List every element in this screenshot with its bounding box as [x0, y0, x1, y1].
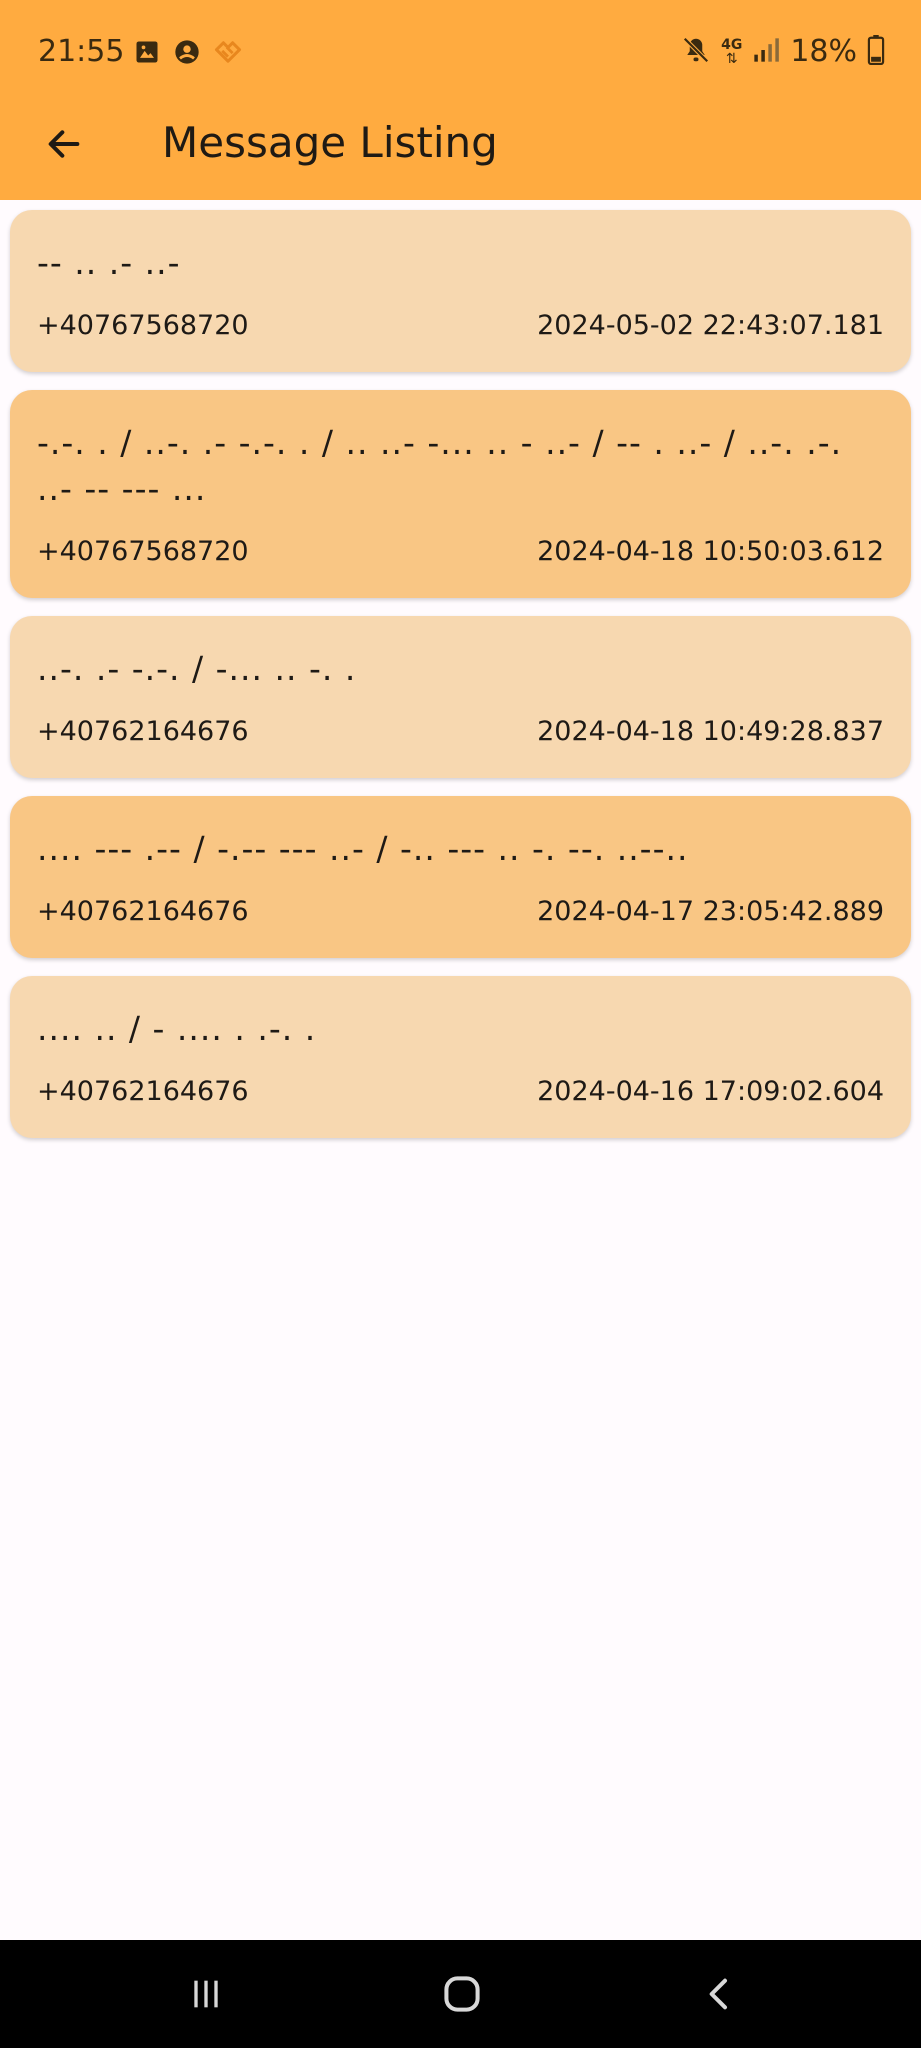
message-text: -.-. . / ..-. .- -.-. . / .. ..- -... ..…: [37, 423, 843, 508]
message-meta: +40767568720 2024-04-18 10:50:03.612: [37, 534, 884, 570]
message-card[interactable]: -- .. .- ..- +40767568720 2024-05-02 22:…: [10, 210, 911, 372]
message-timestamp: 2024-05-02 22:43:07.181: [537, 310, 884, 341]
message-phone: +40767568720: [37, 536, 249, 567]
mute-icon: [681, 35, 711, 69]
message-card[interactable]: -.-. . / ..-. .- -.-. . / .. ..- -... ..…: [10, 390, 911, 598]
page-title: Message Listing: [162, 118, 498, 167]
message-phone: +40762164676: [37, 716, 249, 747]
battery-percent: 18%: [790, 34, 857, 69]
message-phone: +40767568720: [37, 310, 249, 341]
app-notification-icon: [213, 38, 243, 70]
status-bar: 21:55 4G ⇅ 18%: [0, 0, 921, 104]
message-timestamp: 2024-04-17 23:05:42.889: [537, 896, 884, 927]
message-card[interactable]: .... .. / - .... . .-. . +40762164676 20…: [10, 976, 911, 1138]
message-list: -- .. .- ..- +40767568720 2024-05-02 22:…: [10, 210, 911, 1156]
message-card[interactable]: .... --- .-- / -.-- --- ..- / -.. --- ..…: [10, 796, 911, 958]
message-timestamp: 2024-04-18 10:49:28.837: [537, 716, 884, 747]
message-text: ..-. .- -.-. / -... .. -. .: [37, 649, 357, 688]
recent-apps-button[interactable]: [176, 1964, 236, 2024]
arrow-back-icon: [48, 130, 80, 158]
battery-icon: [867, 35, 885, 69]
message-card[interactable]: ..-. .- -.-. / -... .. -. . +40762164676…: [10, 616, 911, 778]
message-text: .... .. / - .... . .-. .: [37, 1009, 317, 1048]
top-bar: 21:55 4G ⇅ 18% Message Listing: [0, 0, 921, 200]
app-bar: Message Listing: [0, 104, 921, 200]
signal-icon: [752, 36, 780, 68]
status-right: 4G ⇅ 18%: [681, 32, 885, 72]
message-meta: +40767568720 2024-05-02 22:43:07.181: [37, 308, 884, 344]
message-text: -- .. .- ..-: [37, 243, 181, 282]
status-time: 21:55: [38, 34, 125, 69]
nav-bar: [0, 1940, 921, 2048]
back-button[interactable]: [34, 114, 94, 174]
home-button[interactable]: [432, 1964, 492, 2024]
message-phone: +40762164676: [37, 896, 249, 927]
back-icon: [709, 1978, 727, 2010]
message-timestamp: 2024-04-16 17:09:02.604: [537, 1076, 884, 1107]
network-type: 4G ⇅: [721, 37, 743, 67]
message-meta: +40762164676 2024-04-18 10:49:28.837: [37, 714, 884, 750]
recent-apps-icon: [194, 1980, 218, 2008]
image-icon: [133, 38, 161, 70]
message-meta: +40762164676 2024-04-16 17:09:02.604: [37, 1074, 884, 1110]
message-text: .... --- .-- / -.-- --- ..- / -.. --- ..…: [37, 829, 689, 868]
status-left-icons: [133, 38, 243, 70]
home-icon: [444, 1976, 480, 2012]
screen: 21:55 4G ⇅ 18% Message Listing -- .. .- …: [0, 0, 921, 2048]
system-back-button[interactable]: [690, 1964, 750, 2024]
account-icon: [173, 38, 201, 70]
message-phone: +40762164676: [37, 1076, 249, 1107]
message-timestamp: 2024-04-18 10:50:03.612: [537, 536, 884, 567]
message-meta: +40762164676 2024-04-17 23:05:42.889: [37, 894, 884, 930]
